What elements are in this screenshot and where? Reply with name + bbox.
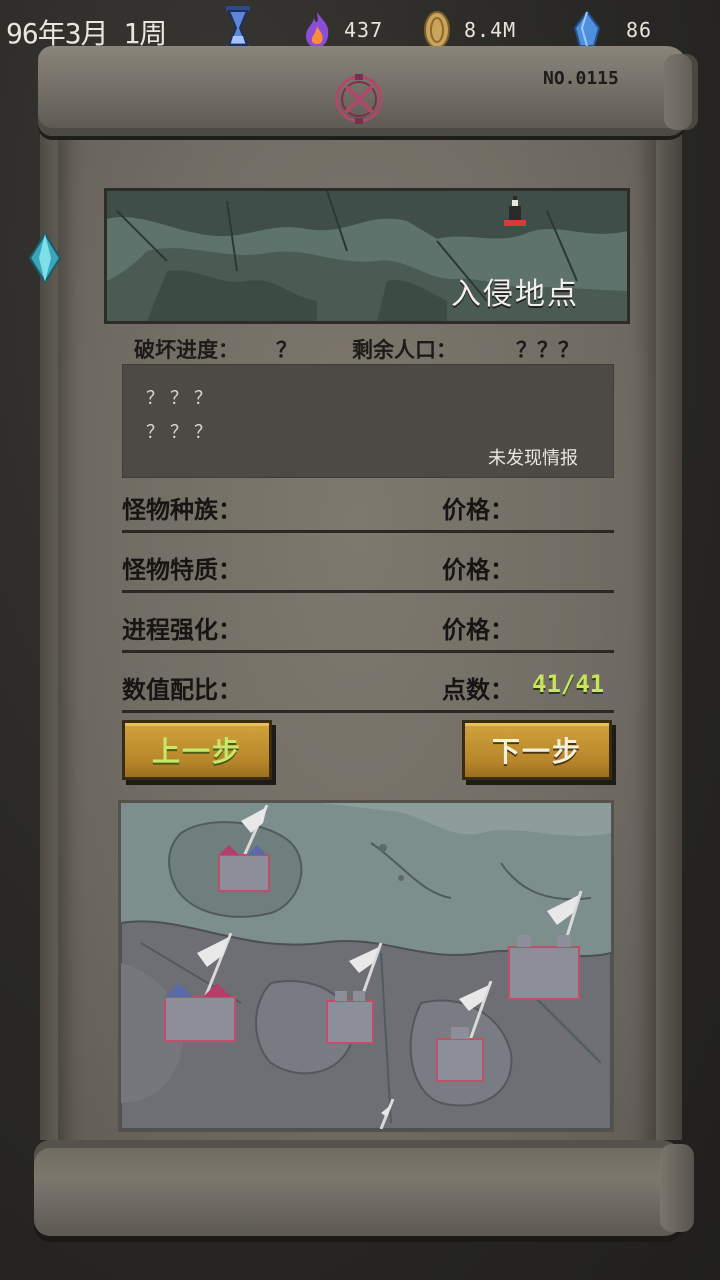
field-label: 数值配比：: [122, 676, 242, 704]
price-label: 价格：: [442, 496, 514, 524]
invasion-marker-icon[interactable]: [500, 196, 530, 228]
castle-icon[interactable]: [321, 943, 385, 1047]
points-value: 41/41: [532, 670, 605, 698]
intel-panel: ？？？ ？？？ 未发现情报: [122, 364, 614, 478]
world-map[interactable]: [118, 800, 614, 1132]
castle-icon[interactable]: [431, 981, 495, 1085]
flame-value: 437: [344, 18, 384, 42]
castle-icon[interactable]: [161, 933, 241, 1045]
hourglass-icon[interactable]: [224, 6, 252, 50]
crystal-gem-icon[interactable]: [28, 232, 62, 284]
castle-flag-icon: [379, 1099, 395, 1129]
coin-stat: 8.4M: [422, 10, 516, 50]
price-label: 价格：: [442, 556, 514, 584]
intel-line-2: ？？？: [146, 422, 218, 443]
crystal-stat: 86: [572, 10, 652, 50]
destruction-value: ？: [276, 338, 297, 362]
flame-stat: 437: [302, 10, 383, 50]
invasion-map-preview[interactable]: 入侵地点: [104, 188, 630, 324]
castle-icon[interactable]: [211, 805, 281, 900]
next-step-button[interactable]: 下一步: [462, 720, 612, 780]
crystal-value: 86: [626, 18, 653, 42]
destruction-label: 破坏进度：: [134, 338, 239, 362]
field-label: 怪物特质：: [122, 556, 242, 584]
field-label: 怪物种族：: [122, 496, 242, 524]
coin-value: 8.4M: [464, 18, 517, 42]
seal-emblem-icon: [335, 74, 383, 124]
points-label: 点数：: [442, 676, 514, 704]
flame-icon: [306, 12, 329, 48]
coin-icon: [424, 11, 450, 49]
field-progress-boost[interactable]: 进程强化： 价格：: [122, 606, 614, 653]
intel-status: 未发现情报: [488, 448, 578, 469]
price-label: 价格：: [442, 616, 514, 644]
prev-step-button[interactable]: 上一步: [122, 720, 272, 780]
intel-line-1: ？？？: [146, 388, 218, 409]
population-label: 剩余人口：: [352, 338, 457, 362]
field-stat-ratio[interactable]: 数值配比： 点数： 41/41: [122, 666, 614, 713]
scroll-bottom-roll: [34, 1140, 694, 1236]
preview-title: 入侵地点: [451, 277, 579, 312]
field-monster-trait[interactable]: 怪物特质： 价格：: [122, 546, 614, 593]
castle-icon[interactable]: [505, 891, 585, 1005]
serial-number: NO.0115: [543, 68, 619, 89]
field-monster-race[interactable]: 怪物种族： 价格：: [122, 486, 614, 533]
population-value: ？？？: [516, 338, 579, 362]
field-label: 进程强化：: [122, 616, 242, 644]
crystal-icon: [573, 10, 601, 47]
